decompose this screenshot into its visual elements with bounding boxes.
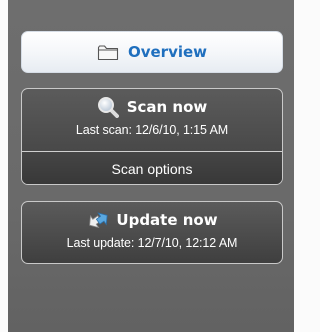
last-scan-text: Last scan: 12/6/10, 1:15 AM bbox=[75, 123, 229, 137]
update-now-label: Update now bbox=[116, 211, 218, 229]
folder-icon bbox=[97, 44, 119, 61]
overview-button[interactable]: Overview bbox=[21, 31, 283, 73]
update-panel: Update now Last update: 12/7/10, 12:12 A… bbox=[21, 201, 283, 264]
magnifier-icon bbox=[97, 96, 119, 118]
overview-label: Overview bbox=[127, 43, 208, 61]
update-arrows-icon bbox=[86, 209, 108, 231]
last-update-text: Last update: 12/7/10, 12:12 AM bbox=[66, 236, 238, 250]
scan-now-button[interactable]: Scan now Last scan: 12/6/10, 1:15 AM bbox=[22, 89, 282, 151]
scan-now-label: Scan now bbox=[126, 98, 208, 116]
scan-options-button[interactable]: Scan options bbox=[22, 152, 282, 184]
scan-panel: Scan now Last scan: 12/6/10, 1:15 AM Sca… bbox=[21, 88, 283, 185]
sidebar: Overview Scan now Last scan: 12/6/10, 1:… bbox=[8, 0, 294, 332]
update-now-button[interactable]: Update now Last update: 12/7/10, 12:12 A… bbox=[22, 202, 282, 263]
